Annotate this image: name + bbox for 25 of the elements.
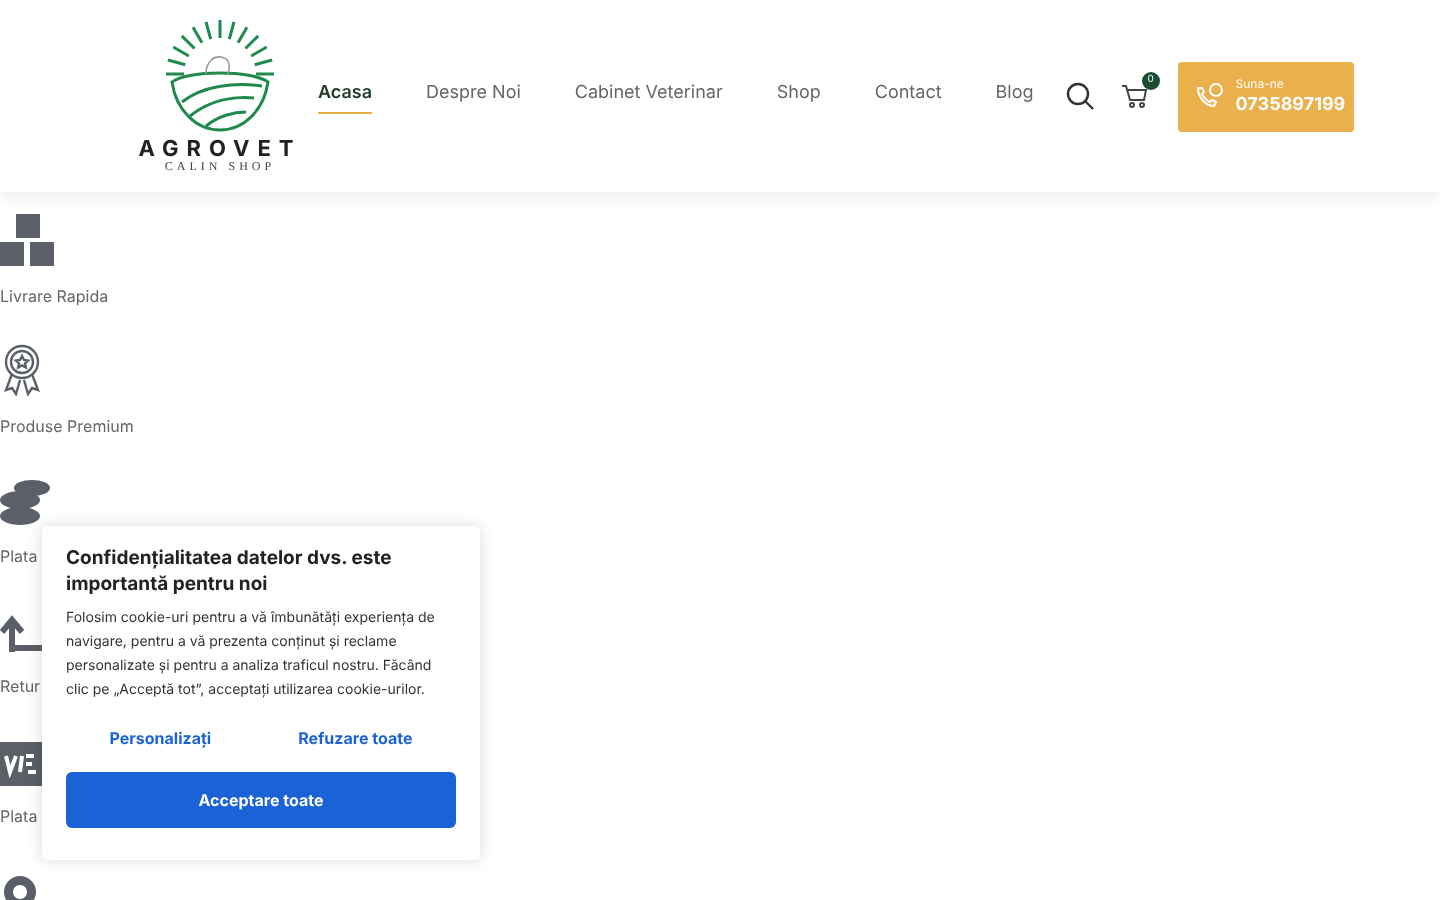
feature-label: Plata [0,804,38,828]
cart-icon[interactable] [1121,84,1148,108]
nav-link[interactable]: Despre Noi [426,78,521,114]
nav-link[interactable]: Blog [995,78,1034,114]
customize-button[interactable]: Personalizați [101,722,220,754]
phone-chat-icon [1193,82,1224,110]
boxes-icon [0,214,56,266]
dialog-title: Confidențialitatea datelor dvs. este importantă pentru noi [66,546,394,598]
search-icon[interactable] [1065,82,1094,110]
return-arrows-icon [0,612,48,656]
coins-icon [0,478,52,526]
nav-link[interactable]: Cabinet Veterinar [574,78,723,114]
nav-link[interactable]: Shop [776,78,821,114]
reject-all-button[interactable]: Refuzare toate [290,722,421,754]
accept-all-button[interactable]: Acceptare toate [66,772,456,828]
logo-drawing [162,18,278,134]
phone-number: 0735897199 [1235,95,1346,113]
feature-label: Plata [0,544,38,568]
award-icon [0,344,44,396]
feature-label: Livrare Rapida [0,284,109,308]
nav-link[interactable]: Contact [874,78,942,114]
feature-label: Retur [0,674,41,698]
logo-name: AGROVET [138,138,302,160]
feature-label: Produse Premium [0,414,134,438]
nav-link[interactable]: Acasa [318,78,373,114]
